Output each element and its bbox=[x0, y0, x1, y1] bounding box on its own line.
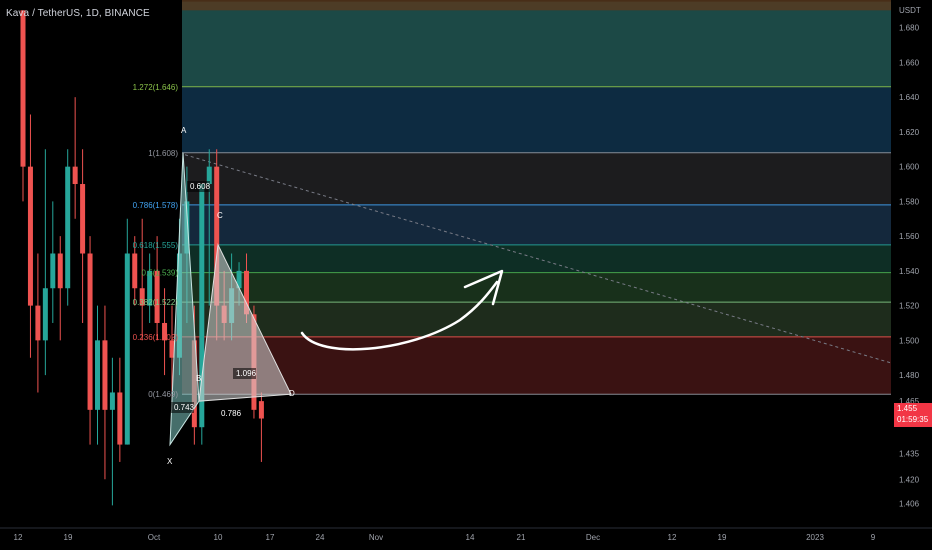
candle-body bbox=[124, 253, 130, 445]
price-tick-label: 1.406 bbox=[899, 500, 920, 509]
time-tick-label: 14 bbox=[466, 533, 475, 542]
candle-body bbox=[50, 253, 56, 289]
candle-body bbox=[65, 166, 71, 289]
candle-body bbox=[132, 253, 138, 289]
symbol-name: Kava / TetherUS bbox=[6, 8, 81, 19]
fib-zone bbox=[182, 204, 891, 245]
fib-zone bbox=[182, 0, 891, 11]
price-axis[interactable]: USDT 1.680 1.660 1.640 1.620 1.600 1.580 1.560 1… bbox=[891, 0, 932, 528]
candle-body bbox=[258, 401, 264, 419]
fib-retracement-zones bbox=[182, 0, 891, 395]
pattern-point-label: A bbox=[181, 126, 187, 135]
fib-level-label: 1.272(1.646) bbox=[133, 83, 179, 92]
candle-body bbox=[57, 253, 63, 289]
symbol-exchange: BINANCE bbox=[104, 8, 150, 19]
time-tick-label: 17 bbox=[266, 533, 275, 542]
time-tick-label: 12 bbox=[14, 533, 23, 542]
time-tick-label: Dec bbox=[586, 533, 600, 542]
candle-body bbox=[117, 392, 123, 445]
fib-zone bbox=[182, 86, 891, 153]
fib-level-label: 1(1.608) bbox=[148, 149, 178, 158]
pattern-point-label: C bbox=[217, 211, 223, 220]
price-tick-label: 1.660 bbox=[899, 58, 920, 67]
price-tick-label: 1.680 bbox=[899, 24, 920, 33]
fib-zone bbox=[182, 152, 891, 205]
pattern-point-label: X bbox=[167, 457, 173, 466]
fib-level-label: 0.382(1.522) bbox=[133, 298, 179, 307]
symbol-interval: 1D bbox=[85, 8, 99, 19]
price-tick-label: 1.600 bbox=[899, 163, 920, 172]
time-tick-label: Nov bbox=[369, 533, 383, 542]
price-tick-label: 1.560 bbox=[899, 232, 920, 241]
fib-zone bbox=[182, 272, 891, 303]
fib-zone bbox=[182, 1, 891, 87]
time-tick-label: 12 bbox=[668, 533, 677, 542]
candle-body bbox=[35, 305, 41, 341]
candle-body bbox=[27, 166, 33, 306]
pattern-ratio-label: 0.786 bbox=[221, 409, 242, 418]
current-price-value: 1.455 bbox=[897, 404, 918, 413]
time-tick-label: 19 bbox=[64, 533, 73, 542]
fib-level-label: 0.5(1.539) bbox=[142, 269, 179, 278]
price-axis-unit: USDT bbox=[899, 6, 921, 15]
current-price-tag: 1.455 01:59:35 bbox=[894, 403, 932, 427]
time-tick-label: 19 bbox=[718, 533, 727, 542]
fib-level-label: 0.618(1.555) bbox=[133, 241, 179, 250]
price-tick-label: 1.435 bbox=[899, 449, 920, 458]
time-tick-label: 2023 bbox=[806, 533, 824, 542]
candle-body bbox=[109, 392, 115, 410]
time-tick-label: Oct bbox=[148, 533, 161, 542]
bar-countdown: 01:59:35 bbox=[897, 415, 929, 424]
fib-level-label: 0.786(1.578) bbox=[133, 201, 179, 210]
candle-body bbox=[72, 166, 78, 185]
time-tick-label: 10 bbox=[214, 533, 223, 542]
pattern-ratio-label: 1.096 bbox=[236, 369, 257, 378]
price-tick-label: 1.520 bbox=[899, 302, 920, 311]
fib-level-label: 0.236(1.502) bbox=[133, 333, 179, 342]
pattern-ratio-label: 0.608 bbox=[190, 182, 211, 191]
price-tick-label: 1.640 bbox=[899, 93, 920, 102]
time-tick-label: 21 bbox=[517, 533, 526, 542]
price-tick-label: 1.500 bbox=[899, 336, 920, 345]
price-tick-label: 1.620 bbox=[899, 128, 920, 137]
time-tick-label: 24 bbox=[316, 533, 325, 542]
price-chart[interactable]: X A B C D 0.608 0.743 1.096 0.786 1.272(1.646) 1(… bbox=[0, 0, 932, 550]
candle-body bbox=[87, 253, 93, 410]
pattern-ratio-label: 0.743 bbox=[174, 403, 195, 412]
time-tick-label: 9 bbox=[871, 533, 876, 542]
candle-body bbox=[20, 10, 26, 167]
price-tick-label: 1.580 bbox=[899, 197, 920, 206]
price-tick-label: 1.420 bbox=[899, 475, 920, 484]
candle-body bbox=[42, 288, 48, 341]
candle-body bbox=[80, 184, 86, 254]
fib-zone bbox=[182, 336, 891, 395]
pattern-point-label: D bbox=[289, 389, 295, 398]
time-axis[interactable]: 12 19 Oct 10 17 24 Nov 14 21 Dec 12 19 2023 9 bbox=[0, 527, 932, 542]
pattern-point-label: B bbox=[196, 374, 201, 383]
price-tick-label: 1.540 bbox=[899, 267, 920, 276]
candle-body bbox=[102, 340, 108, 410]
candle-body bbox=[95, 340, 100, 410]
fib-level-label: 0(1.469) bbox=[148, 390, 178, 399]
candle-body bbox=[154, 270, 160, 323]
price-tick-label: 1.480 bbox=[899, 371, 920, 380]
symbol-title[interactable]: Kava / TetherUS, 1D, BINANCE bbox=[6, 8, 150, 19]
